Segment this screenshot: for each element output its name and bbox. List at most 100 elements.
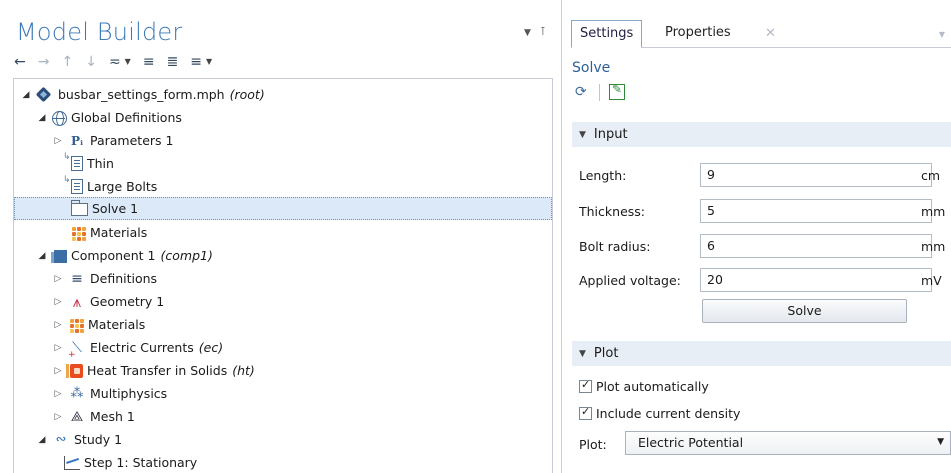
show-dropdown-icon[interactable]: ▼ bbox=[125, 54, 131, 70]
bolt-radius-input[interactable]: 6 bbox=[700, 234, 932, 258]
multiphysics-icon: ⁂ bbox=[70, 385, 84, 401]
tree-node-tag: (ec) bbox=[198, 340, 224, 355]
down-arrow-icon[interactable]: ↓ bbox=[85, 54, 97, 70]
settings-node-title: Solve bbox=[572, 60, 611, 76]
tree-node-tag: (comp1) bbox=[160, 248, 213, 263]
view-menu-icon[interactable]: ▼ bbox=[524, 28, 531, 38]
collapse-toggle-icon[interactable]: ▷ bbox=[52, 136, 64, 146]
include-current-density-checkbox[interactable] bbox=[579, 405, 592, 420]
checkbox-label: Include current density bbox=[596, 406, 741, 421]
length-label: Length: bbox=[579, 168, 627, 183]
tree-node-label: busbar_settings_form.mph bbox=[58, 87, 225, 102]
settings-panel: Settings Properties ✕ ▼ Solve ⟳ ▼ Input … bbox=[563, 0, 951, 473]
heat-transfer-icon bbox=[66, 363, 83, 378]
materials-icon bbox=[70, 225, 86, 241]
up-arrow-icon[interactable]: ↑ bbox=[61, 54, 73, 70]
collapse-toggle-icon[interactable]: ▷ bbox=[52, 297, 64, 307]
section-title: Plot bbox=[593, 346, 619, 361]
tree-node-label: Study 1 bbox=[74, 432, 123, 447]
edit-icon[interactable] bbox=[609, 82, 625, 100]
tree-node-global-definitions[interactable]: ◢ Global Definitions bbox=[14, 106, 552, 129]
settings-tab-bar: Settings Properties ✕ ▼ bbox=[571, 8, 951, 48]
tree-node-step[interactable]: Step 1: Stationary bbox=[14, 451, 552, 473]
electric-currents-icon: ⟍ bbox=[68, 340, 86, 363]
plot-section-header[interactable]: ▼ Plot bbox=[572, 341, 951, 366]
input-section-header[interactable]: ▼ Input bbox=[572, 122, 951, 147]
stationary-step-icon bbox=[64, 455, 80, 470]
geometry-icon: ⩚ bbox=[72, 292, 82, 311]
tree-node-mesh[interactable]: ▷ ⟁ Mesh 1 bbox=[14, 405, 552, 428]
refresh-icon[interactable]: ⟳ bbox=[575, 84, 587, 100]
tree-node-label: Mesh 1 bbox=[90, 409, 135, 424]
model-builder-panel: Model Builder ▼ ⊺ ← → ↑ ↓ ≂ ▼ ≡ ≣ ≡ ▼ ◢ … bbox=[0, 0, 562, 473]
close-icon[interactable]: ✕ bbox=[765, 26, 776, 41]
forward-arrow-icon[interactable]: → bbox=[38, 54, 50, 70]
study-icon: ∾ bbox=[55, 431, 67, 447]
collapse-toggle-icon[interactable]: ▷ bbox=[52, 389, 64, 399]
plot-automatically-option[interactable]: Plot automatically bbox=[579, 378, 709, 394]
thickness-input[interactable]: 5 bbox=[700, 199, 932, 223]
tree-node-label: Materials bbox=[90, 225, 148, 240]
collapse-toggle-icon[interactable]: ▷ bbox=[52, 274, 64, 284]
model-tree: ◢ busbar_settings_form.mph (root) ◢ Glob… bbox=[13, 78, 553, 473]
include-current-density-option[interactable]: Include current density bbox=[579, 405, 741, 421]
parameters-icon: Pᵢ bbox=[71, 133, 83, 148]
list-dropdown-icon[interactable]: ▼ bbox=[206, 54, 212, 70]
tree-node-large-bolts[interactable]: Large Bolts bbox=[14, 175, 552, 198]
length-input[interactable]: 9 bbox=[700, 163, 932, 187]
tree-node-solve[interactable]: Solve 1 bbox=[14, 197, 552, 220]
tree-node-electric-currents[interactable]: ▷ ⟍ Electric Currents (ec) bbox=[14, 336, 552, 363]
bolt-radius-unit: mm bbox=[921, 239, 946, 254]
collapse-all-icon[interactable]: ≡ bbox=[143, 54, 155, 70]
section-title: Input bbox=[593, 127, 628, 142]
folder-icon bbox=[71, 200, 88, 216]
checkbox-label: Plot automatically bbox=[596, 379, 709, 394]
chevron-down-icon: ▼ bbox=[937, 437, 944, 447]
tree-node-study[interactable]: ◢ ∾ Study 1 bbox=[14, 428, 552, 451]
model-builder-toolbar: ← → ↑ ↓ ≂ ▼ ≡ ≣ ≡ ▼ bbox=[14, 53, 212, 71]
expand-toggle-icon[interactable]: ◢ bbox=[36, 113, 48, 123]
applied-voltage-unit: mV bbox=[921, 273, 942, 288]
tree-node-global-materials[interactable]: Materials bbox=[14, 221, 552, 244]
expand-toggle-icon[interactable]: ◢ bbox=[36, 435, 48, 445]
collapse-toggle-icon[interactable]: ▷ bbox=[52, 343, 64, 353]
section-collapse-icon: ▼ bbox=[579, 348, 586, 359]
list-icon[interactable]: ≡ bbox=[190, 54, 202, 70]
tree-node-definitions[interactable]: ▷ ≡ Definitions bbox=[14, 267, 552, 290]
collapse-toggle-icon[interactable]: ▷ bbox=[52, 412, 64, 422]
solve-button[interactable]: Solve bbox=[702, 299, 907, 323]
tree-node-component[interactable]: ◢ Component 1 (comp1) bbox=[14, 244, 552, 267]
bolt-radius-label: Bolt radius: bbox=[579, 239, 651, 254]
tab-properties[interactable]: Properties bbox=[657, 20, 739, 48]
tree-node-label: Thin bbox=[87, 156, 114, 171]
tree-node-label: Multiphysics bbox=[90, 386, 168, 401]
tree-node-label: Electric Currents bbox=[90, 340, 194, 355]
tree-node-geometry[interactable]: ▷ ⩚ Geometry 1 bbox=[14, 290, 552, 313]
applied-voltage-input[interactable]: 20 bbox=[700, 268, 932, 292]
tree-node-label: Geometry 1 bbox=[90, 294, 165, 309]
tree-node-parameters[interactable]: ▷ Pᵢ Parameters 1 bbox=[14, 129, 552, 152]
tree-node-root[interactable]: ◢ busbar_settings_form.mph (root) bbox=[14, 83, 552, 106]
parameter-set-icon bbox=[63, 152, 83, 171]
plot-select[interactable]: Electric Potential ▼ bbox=[625, 431, 951, 455]
tree-node-multiphysics[interactable]: ▷ ⁂ Multiphysics bbox=[14, 382, 552, 405]
tree-node-tag: (root) bbox=[229, 87, 265, 102]
pin-icon[interactable]: ⊺ bbox=[540, 25, 546, 38]
tree-node-heat-transfer[interactable]: ▷ Heat Transfer in Solids (ht) bbox=[14, 359, 552, 382]
collapse-toggle-icon[interactable]: ▷ bbox=[52, 320, 64, 330]
tab-settings[interactable]: Settings bbox=[571, 20, 643, 48]
plot-automatically-checkbox[interactable] bbox=[579, 378, 592, 393]
expand-toggle-icon[interactable]: ◢ bbox=[36, 251, 48, 261]
thickness-label: Thickness: bbox=[579, 204, 645, 219]
back-arrow-icon[interactable]: ← bbox=[14, 54, 26, 70]
globe-icon bbox=[52, 110, 67, 126]
tree-node-label: Materials bbox=[88, 317, 146, 332]
expand-toggle-icon[interactable]: ◢ bbox=[20, 90, 32, 100]
collapse-toggle-icon[interactable]: ▷ bbox=[52, 366, 64, 376]
model-builder-title: Model Builder bbox=[16, 18, 183, 46]
view-menu-icon[interactable]: ▼ bbox=[939, 30, 945, 39]
tree-node-thin[interactable]: Thin bbox=[14, 152, 552, 175]
tree-node-component-materials[interactable]: ▷ Materials bbox=[14, 313, 552, 336]
show-icon[interactable]: ≂ bbox=[109, 54, 121, 70]
expand-all-icon[interactable]: ≣ bbox=[167, 54, 179, 70]
